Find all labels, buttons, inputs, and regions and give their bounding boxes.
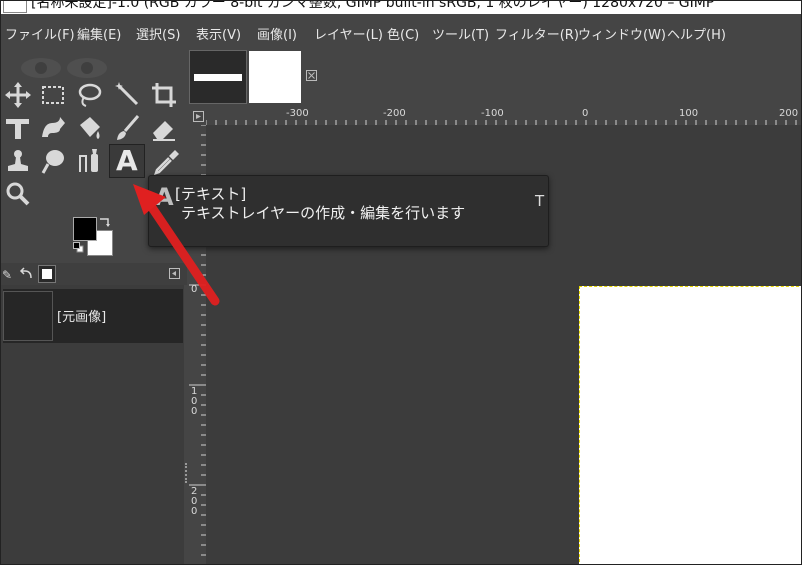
- rect-select-tool-button[interactable]: [38, 80, 68, 110]
- move-tool-button[interactable]: [3, 80, 33, 110]
- transform-tool-button[interactable]: [3, 113, 33, 143]
- undo-history-tab-icon[interactable]: [19, 266, 35, 282]
- tooltip-text-icon: A: [155, 183, 174, 211]
- ruler-left-label: 100: [191, 386, 198, 417]
- eraser-tool-button[interactable]: [149, 113, 179, 143]
- image-tab-1[interactable]: [189, 50, 247, 104]
- images-tab[interactable]: [38, 265, 56, 283]
- foreground-color-swatch[interactable]: [73, 217, 97, 241]
- close-tab-icon[interactable]: [306, 70, 318, 82]
- menu-bar: ファイル(F) 編集(E) 選択(S) 表示(V) 画像(I) レイヤー(L) …: [1, 14, 801, 48]
- ruler-top-label: -200: [383, 108, 406, 119]
- paintbrush-tool-button[interactable]: [113, 113, 143, 143]
- quick-mask-toggle-icon[interactable]: [193, 111, 205, 123]
- menu-view[interactable]: 表示(V): [196, 24, 241, 43]
- brushes-tab-icon[interactable]: ✎: [1, 266, 17, 282]
- menu-file[interactable]: ファイル(F): [5, 24, 75, 43]
- clone-tool-button[interactable]: [3, 146, 33, 176]
- menu-filters[interactable]: フィルター(R): [495, 24, 579, 43]
- tooltip-shortcut: T: [535, 192, 545, 210]
- dock-tab-bar: ✎: [1, 263, 187, 285]
- text-tool-button[interactable]: A: [109, 144, 145, 178]
- paths-tool-button[interactable]: [74, 146, 104, 176]
- magic-wand-icon: [115, 82, 139, 106]
- clone-stamp-icon: [8, 150, 28, 171]
- title-bar: [名称未設定]-1.0 (RGB カラー 8-bit ガンマ整数, GIMP b…: [1, 1, 801, 14]
- images-tab-icon: [42, 269, 52, 279]
- color-picker-tool-button[interactable]: [151, 146, 181, 176]
- menu-help[interactable]: ヘルプ(H): [667, 24, 726, 43]
- wilber-logo: [21, 58, 107, 78]
- menu-tools[interactable]: ツール(T): [432, 24, 489, 43]
- horizontal-ruler: -300 -200 -100 0 100 200: [206, 108, 801, 125]
- image-tab-bar: [187, 48, 801, 106]
- default-colors-icon[interactable]: [73, 242, 84, 253]
- tooltip-title: [テキスト]: [175, 185, 247, 203]
- menu-colors[interactable]: 色(C): [387, 24, 419, 43]
- ruler-top-label: -300: [286, 108, 309, 119]
- image-canvas[interactable]: [579, 286, 801, 564]
- image-tab-2[interactable]: [249, 51, 301, 103]
- svg-text:✎: ✎: [2, 268, 12, 282]
- ruler-left-label: 0: [191, 284, 198, 295]
- bucket-fill-tool-button[interactable]: [74, 113, 104, 143]
- lasso-icon: [78, 83, 102, 107]
- window-title: [名称未設定]-1.0 (RGB カラー 8-bit ガンマ整数, GIMP b…: [31, 1, 715, 11]
- image-thumbnail: [3, 291, 53, 341]
- paths-icon: [79, 149, 98, 172]
- ruler-top-label: 200: [779, 108, 799, 119]
- menu-edit[interactable]: 編集(E): [77, 24, 121, 43]
- ruler-top-label: 100: [679, 108, 699, 119]
- warp-icon: [42, 117, 65, 137]
- app-icon: [3, 1, 27, 13]
- tool-tooltip: A [テキスト] テキストレイヤーの作成・編集を行います T: [148, 175, 549, 247]
- menu-image[interactable]: 画像(I): [257, 24, 297, 43]
- zoom-tool-button[interactable]: [3, 179, 33, 209]
- swap-colors-icon[interactable]: [98, 216, 112, 228]
- unified-transform-icon: [6, 119, 29, 139]
- menu-select[interactable]: 選択(S): [136, 24, 180, 43]
- smudge-icon: [41, 150, 64, 174]
- ruler-left-label: 200: [191, 486, 198, 517]
- free-select-tool-button[interactable]: [74, 80, 104, 110]
- crop-icon: [152, 83, 176, 107]
- image-name-label: [元画像]: [57, 310, 107, 325]
- dock-menu-icon[interactable]: [169, 268, 181, 280]
- image-tab-1-thumbnail: [194, 74, 242, 81]
- fuzzy-select-tool-button[interactable]: [113, 80, 143, 110]
- rect-select-icon: [42, 86, 64, 104]
- warp-tool-button[interactable]: [38, 113, 68, 143]
- crop-tool-button[interactable]: [149, 80, 179, 110]
- gimp-window: [名称未設定]-1.0 (RGB カラー 8-bit ガンマ整数, GIMP b…: [0, 0, 802, 565]
- menu-windows[interactable]: ウィンドウ(W): [578, 24, 666, 43]
- smudge-tool-button[interactable]: [38, 146, 68, 176]
- eyedropper-icon: [154, 150, 179, 175]
- tooltip-description: テキストレイヤーの作成・編集を行います: [181, 204, 466, 222]
- bucket-icon: [80, 117, 100, 139]
- magnifier-icon: [6, 182, 30, 206]
- ruler-top-label: 0: [582, 108, 589, 119]
- menu-layer[interactable]: レイヤー(L): [314, 24, 383, 43]
- ruler-top-label: -100: [481, 108, 504, 119]
- move-icon: [5, 82, 31, 108]
- eraser-icon: [153, 121, 175, 141]
- paintbrush-icon: [117, 115, 140, 140]
- text-icon: A: [116, 144, 138, 177]
